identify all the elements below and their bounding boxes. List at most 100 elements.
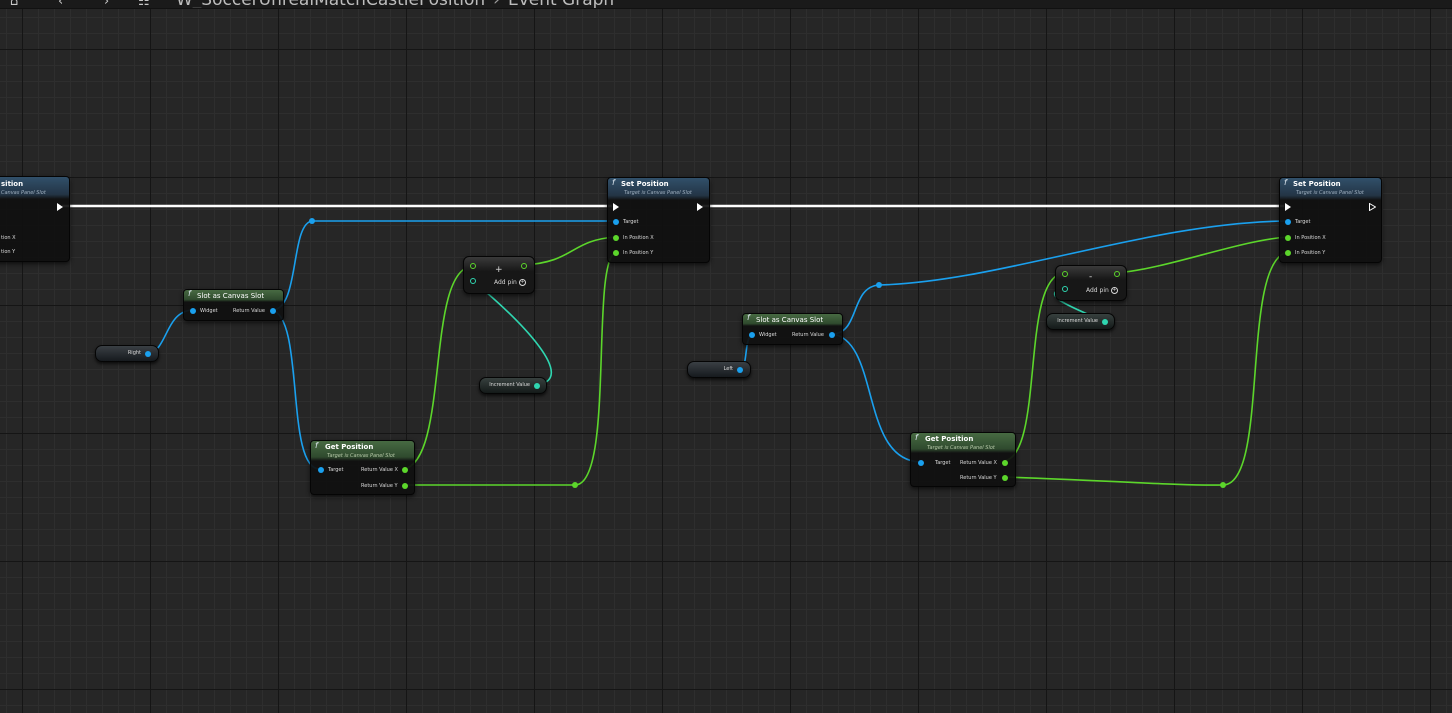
slot-as-canvas-slot-node[interactable]: f Slot as Canvas Slot Widget Return Valu… (742, 313, 843, 345)
return-x-pin[interactable] (402, 467, 408, 473)
float-wire (403, 265, 474, 470)
node-subtitle: Target is Canvas Panel Slot (927, 445, 995, 451)
node-subtitle: Canvas Panel Slot (1, 190, 46, 196)
node-header: sition Canvas Panel Slot (0, 177, 69, 199)
subtract-node[interactable]: - Add pin + (1055, 265, 1127, 301)
pin-label: In Position X (623, 235, 654, 241)
object-wire (271, 220, 616, 311)
variable-out-pin[interactable] (534, 383, 540, 389)
return-y-pin[interactable] (1002, 475, 1008, 481)
left-variable-node[interactable]: Left (687, 361, 751, 378)
right-variable-node[interactable]: Right (95, 345, 159, 362)
pin-label: In Position Y (623, 250, 654, 256)
reroute-knot (309, 218, 315, 224)
node-header: f Get Position Target is Canvas Panel Sl… (311, 441, 414, 461)
add-pin-button[interactable]: Add pin + (1086, 287, 1118, 294)
pin-label: Return Value Y (361, 483, 398, 489)
input-b-pin[interactable] (470, 278, 476, 284)
position-x-pin[interactable] (613, 235, 619, 241)
slot-as-canvas-slot-node[interactable]: f Slot as Canvas Slot Widget Return Valu… (183, 289, 284, 321)
target-pin[interactable] (613, 219, 619, 225)
output-pin[interactable] (521, 263, 527, 269)
position-x-pin[interactable] (1285, 235, 1291, 241)
exec-out-pin[interactable] (697, 203, 703, 211)
node-header: f Set Position Target is Canvas Panel Sl… (608, 178, 709, 200)
widget-pin[interactable] (190, 308, 196, 314)
set-position-node[interactable]: f Set Position Target is Canvas Panel Sl… (607, 177, 710, 263)
target-pin[interactable] (918, 460, 924, 466)
pin-label: Target (1295, 219, 1311, 225)
function-icon: f (1284, 178, 1287, 187)
function-icon: f (188, 289, 191, 298)
widget-pin[interactable] (749, 332, 755, 338)
exec-out-pin[interactable] (57, 203, 63, 211)
input-b-pin[interactable] (1062, 286, 1068, 292)
float-wire (523, 236, 617, 266)
pin-label: tion Y (1, 249, 16, 255)
target-pin[interactable] (1285, 219, 1291, 225)
pin-label: Return Value (792, 332, 824, 338)
position-y-pin[interactable] (613, 250, 619, 256)
variable-label: Increment Value (1057, 318, 1098, 324)
function-icon: f (915, 433, 918, 442)
set-position-node[interactable]: f Set Position Target is Canvas Panel Sl… (1279, 177, 1382, 263)
exec-in-pin[interactable] (1285, 203, 1291, 211)
output-pin[interactable] (1114, 271, 1120, 277)
pin-label: Return Value Y (960, 475, 997, 481)
node-header: f Set Position Target is Canvas Panel Sl… (1280, 178, 1381, 200)
pin-label: Target (935, 460, 951, 466)
set-position-node-partial[interactable]: sition Canvas Panel Slot tion X tion Y (0, 176, 70, 262)
function-icon: f (747, 313, 750, 322)
node-subtitle: Target is Canvas Panel Slot (624, 190, 692, 196)
pin-label: Target (328, 467, 344, 473)
pin-label: Return Value X (361, 467, 398, 473)
node-title: sition (1, 180, 24, 188)
exec-in-pin[interactable] (613, 203, 619, 211)
node-header: f Get Position Target is Canvas Panel Sl… (911, 433, 1015, 453)
pin-label: Return Value (233, 308, 265, 314)
reroute-knot (1220, 482, 1226, 488)
plus-circle-icon: + (518, 279, 526, 286)
input-a-pin[interactable] (470, 263, 476, 269)
input-a-pin[interactable] (1062, 271, 1068, 277)
node-title: Slot as Canvas Slot (197, 292, 265, 300)
position-y-pin[interactable] (1285, 250, 1291, 256)
pin-label: In Position X (1295, 235, 1326, 241)
variable-out-pin[interactable] (1102, 319, 1108, 325)
subtract-operator-icon: - (1089, 272, 1093, 282)
variable-out-pin[interactable] (737, 367, 743, 373)
variable-label: Increment Value (489, 382, 530, 388)
add-pin-label: Add pin (494, 279, 517, 286)
target-pin[interactable] (318, 467, 324, 473)
pin-label: Target (623, 219, 639, 225)
node-title: Slot as Canvas Slot (756, 316, 824, 324)
plus-circle-icon: + (1110, 287, 1118, 294)
get-position-node[interactable]: f Get Position Target is Canvas Panel Sl… (310, 440, 415, 495)
return-value-pin[interactable] (270, 308, 276, 314)
add-pin-button[interactable]: Add pin + (494, 279, 526, 286)
pin-label: Widget (200, 308, 218, 314)
node-title: Get Position (325, 443, 374, 451)
return-value-pin[interactable] (829, 332, 835, 338)
add-operator-icon: + (495, 265, 503, 275)
node-subtitle: Target is Canvas Panel Slot (1296, 190, 1364, 196)
increment-value-variable-node[interactable]: Increment Value (479, 377, 547, 394)
node-title: Set Position (1293, 180, 1341, 188)
node-header: f Slot as Canvas Slot (743, 314, 842, 326)
variable-label: Right (127, 350, 141, 356)
reroute-knot (572, 482, 578, 488)
return-y-pin[interactable] (402, 483, 408, 489)
get-position-node[interactable]: f Get Position Target is Canvas Panel Sl… (910, 432, 1016, 487)
variable-label: Left (723, 366, 733, 372)
pin-label: tion X (1, 235, 16, 241)
wire-layer (62, 204, 1289, 488)
increment-value-variable-node[interactable]: Increment Value (1046, 313, 1115, 330)
add-pin-label: Add pin (1086, 287, 1109, 294)
node-subtitle: Target is Canvas Panel Slot (327, 453, 395, 459)
exec-out-pin[interactable] (1369, 203, 1376, 211)
return-x-pin[interactable] (1002, 460, 1008, 466)
variable-out-pin[interactable] (145, 351, 151, 357)
float-wire (1116, 236, 1289, 274)
function-icon: f (315, 441, 318, 450)
add-node[interactable]: + Add pin + (463, 256, 535, 294)
